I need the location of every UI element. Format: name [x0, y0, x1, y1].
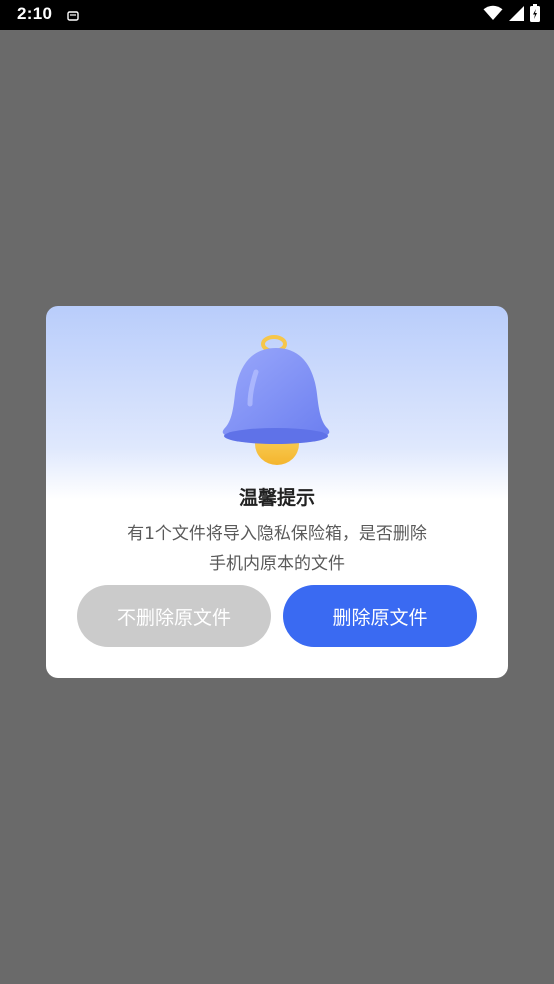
status-time: 2:10 [17, 4, 53, 23]
status-bar: 2:10 [0, 0, 554, 30]
dialog-message-line2: 手机内原本的文件 [209, 554, 345, 574]
keep-original-button[interactable]: 不删除原文件 [77, 585, 271, 647]
dialog-title: 温馨提示 [238, 487, 315, 509]
import-dialog: 温馨提示 有1个文件将导入隐私保险箱，是否删除 手机内原本的文件 不删除原文件 … [46, 306, 508, 678]
dialog-message-line1: 有1个文件将导入隐私保险箱，是否删除 [127, 524, 427, 544]
wifi-icon [483, 5, 503, 25]
delete-original-button[interactable]: 删除原文件 [283, 585, 477, 647]
signal-icon [509, 5, 524, 25]
status-icons [483, 4, 540, 26]
notification-icon [66, 8, 80, 22]
bell-icon [216, 332, 340, 468]
dialog-message: 有1个文件将导入隐私保险箱，是否删除 手机内原本的文件 [82, 519, 472, 579]
battery-icon [530, 4, 540, 26]
